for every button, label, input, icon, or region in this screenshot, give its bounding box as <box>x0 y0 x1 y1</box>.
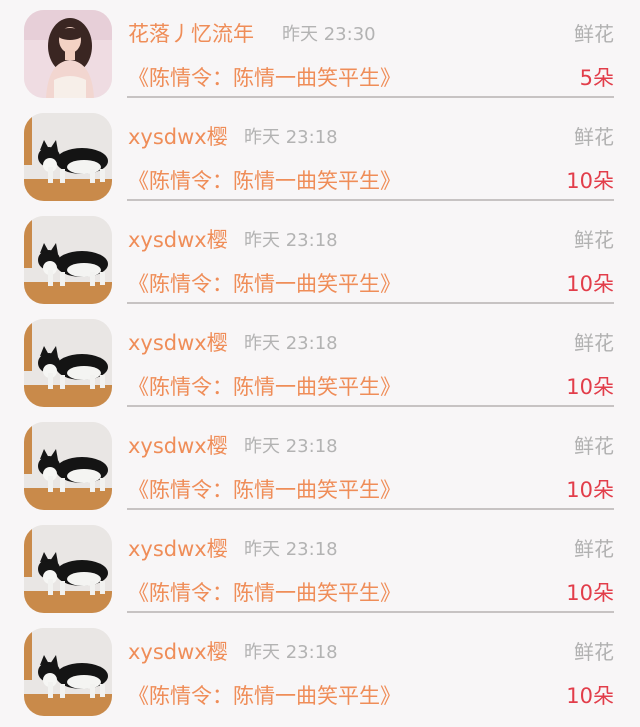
row-divider <box>127 508 614 510</box>
gift-record-row[interactable]: xysdwx樱 昨天 23:18 鲜花 《陈情令：陈情一曲笑平生》 10朵 <box>0 103 640 206</box>
gift-time: 昨天 23:18 <box>244 333 338 354</box>
gift-count: 10朵 <box>566 478 614 502</box>
user-avatar[interactable] <box>24 628 112 716</box>
gift-type: 鲜花 <box>574 434 614 458</box>
gift-record-row[interactable]: xysdwx樱 昨天 23:18 鲜花 《陈情令：陈情一曲笑平生》 10朵 <box>0 309 640 412</box>
work-title-link[interactable]: 《陈情令：陈情一曲笑平生》 <box>128 165 401 195</box>
row-divider <box>127 199 614 201</box>
user-avatar[interactable] <box>24 113 112 201</box>
sender-name[interactable]: 花落丿忆流年 <box>128 18 254 48</box>
gift-type: 鲜花 <box>574 228 614 252</box>
user-avatar[interactable] <box>24 216 112 304</box>
gift-type: 鲜花 <box>574 640 614 664</box>
row-divider <box>127 611 614 613</box>
sender-name[interactable]: xysdwx樱 <box>128 636 228 666</box>
sender-name[interactable]: xysdwx樱 <box>128 121 228 151</box>
gift-record-row[interactable]: xysdwx樱 昨天 23:18 鲜花 《陈情令：陈情一曲笑平生》 10朵 <box>0 412 640 515</box>
user-avatar[interactable] <box>24 422 112 510</box>
work-title-link[interactable]: 《陈情令：陈情一曲笑平生》 <box>128 474 401 504</box>
gift-count: 5朵 <box>579 66 614 90</box>
sender-name[interactable]: xysdwx樱 <box>128 430 228 460</box>
sender-name[interactable]: xysdwx樱 <box>128 327 228 357</box>
cat-avatar-icon <box>24 113 112 201</box>
sender-name[interactable]: xysdwx樱 <box>128 533 228 563</box>
gift-record-row[interactable]: xysdwx樱 昨天 23:18 鲜花 《陈情令：陈情一曲笑平生》 10朵 <box>0 515 640 618</box>
work-title-link[interactable]: 《陈情令：陈情一曲笑平生》 <box>128 371 401 401</box>
gift-time: 昨天 23:18 <box>244 127 338 148</box>
sender-name[interactable]: xysdwx樱 <box>128 224 228 254</box>
cat-avatar-icon <box>24 628 112 716</box>
cat-avatar-icon <box>24 216 112 304</box>
work-title-link[interactable]: 《陈情令：陈情一曲笑平生》 <box>128 268 401 298</box>
row-divider <box>127 405 614 407</box>
gift-time: 昨天 23:30 <box>282 24 376 45</box>
row-divider <box>127 302 614 304</box>
work-title-link[interactable]: 《陈情令：陈情一曲笑平生》 <box>128 680 401 710</box>
gift-time: 昨天 23:18 <box>244 539 338 560</box>
gift-record-row[interactable]: xysdwx樱 昨天 23:18 鲜花 《陈情令：陈情一曲笑平生》 10朵 <box>0 206 640 309</box>
user-avatar[interactable] <box>24 10 112 98</box>
gift-type: 鲜花 <box>574 22 614 46</box>
gift-record-row[interactable]: xysdwx樱 昨天 23:18 鲜花 《陈情令：陈情一曲笑平生》 10朵 <box>0 618 640 721</box>
gift-record-row[interactable]: 花落丿忆流年 昨天 23:30 鲜花 《陈情令：陈情一曲笑平生》 5朵 <box>0 0 640 103</box>
gift-count: 10朵 <box>566 272 614 296</box>
gift-time: 昨天 23:18 <box>244 642 338 663</box>
woman-avatar-icon <box>24 10 112 98</box>
gift-type: 鲜花 <box>574 331 614 355</box>
row-divider <box>127 96 614 98</box>
user-avatar[interactable] <box>24 525 112 613</box>
gift-count: 10朵 <box>566 581 614 605</box>
gift-count: 10朵 <box>566 169 614 193</box>
gift-time: 昨天 23:18 <box>244 230 338 251</box>
gift-type: 鲜花 <box>574 125 614 149</box>
cat-avatar-icon <box>24 319 112 407</box>
work-title-link[interactable]: 《陈情令：陈情一曲笑平生》 <box>128 577 401 607</box>
cat-avatar-icon <box>24 422 112 510</box>
user-avatar[interactable] <box>24 319 112 407</box>
gift-time: 昨天 23:18 <box>244 436 338 457</box>
gift-count: 10朵 <box>566 684 614 708</box>
cat-avatar-icon <box>24 525 112 613</box>
gift-type: 鲜花 <box>574 537 614 561</box>
work-title-link[interactable]: 《陈情令：陈情一曲笑平生》 <box>128 62 401 92</box>
gift-record-list: 花落丿忆流年 昨天 23:30 鲜花 《陈情令：陈情一曲笑平生》 5朵 xysd… <box>0 0 640 727</box>
gift-count: 10朵 <box>566 375 614 399</box>
